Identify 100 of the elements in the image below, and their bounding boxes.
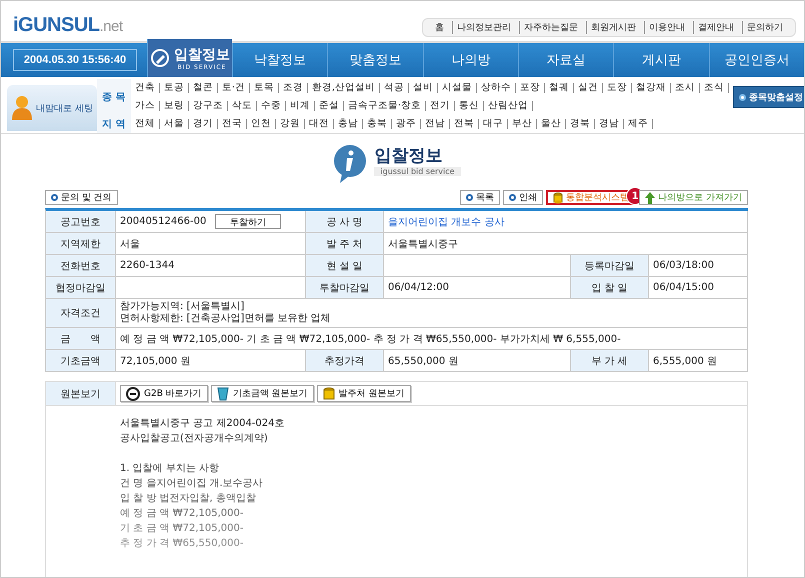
coins-icon: [322, 386, 335, 400]
toolbar-button[interactable]: 나의방으로 가져가기: [639, 190, 748, 205]
category-link[interactable]: 통신: [454, 101, 484, 111]
top-link[interactable]: 회원게시판: [586, 21, 640, 34]
field-label: 발 주 처: [326, 238, 363, 250]
source-button[interactable]: 기초금액 원본보기: [210, 385, 314, 402]
field-label: 추정가격: [324, 354, 364, 368]
region-link[interactable]: 전체: [130, 119, 160, 129]
category-link[interactable]: 조식: [700, 83, 729, 93]
filter-label: 종 목: [101, 91, 127, 105]
field-label: 등록마감일: [584, 260, 634, 272]
source-button[interactable]: 발주처 원본보기: [316, 385, 410, 402]
filter-setting-button[interactable]: 종목맞춤설정: [732, 86, 804, 108]
category-link[interactable]: 강구조: [188, 101, 228, 111]
region-link[interactable]: 충북: [362, 119, 392, 129]
field-label: 금 액: [60, 332, 100, 346]
top-link[interactable]: 문의하기: [742, 21, 787, 34]
region-link[interactable]: 광주: [392, 119, 421, 129]
info-icon: [332, 144, 368, 184]
field-label: 전화번호: [60, 260, 100, 272]
field-value: 6,555,000 원: [653, 354, 718, 368]
document-text-line: 서울특별시중구 공고 제2004-024호: [120, 418, 285, 429]
field-label: 현 설 일: [326, 260, 363, 272]
region-link[interactable]: 경북: [566, 119, 595, 129]
category-link[interactable]: 실건: [574, 83, 603, 93]
field-label: 기초금액: [60, 354, 100, 368]
category-link[interactable]: 설비: [408, 83, 438, 93]
field-label: 원본보기: [60, 388, 100, 400]
region-link[interactable]: 제주: [624, 119, 653, 129]
top-link[interactable]: 홈: [431, 21, 448, 34]
category-link[interactable]: 삭도: [228, 101, 257, 111]
field-label: 입 찰 일: [591, 282, 628, 294]
field-value: 서울: [120, 238, 140, 250]
category-link[interactable]: 석공: [380, 83, 409, 93]
nav-tab[interactable]: 자료실: [518, 43, 614, 77]
category-link[interactable]: 건축: [130, 83, 160, 93]
category-link[interactable]: 조시: [670, 83, 700, 93]
region-link[interactable]: 경기: [188, 119, 218, 129]
category-link[interactable]: 보링: [160, 101, 189, 111]
top-link[interactable]: 이용안내: [644, 21, 689, 34]
top-link[interactable]: 자주하는질문: [519, 21, 582, 34]
category-link[interactable]: 조경: [278, 83, 308, 93]
category-link[interactable]: 환경,산업설비: [308, 83, 380, 93]
top-link[interactable]: 결제안내: [693, 21, 738, 34]
field-value: 2260-1344: [120, 260, 175, 271]
field-value: 06/04/15:00: [653, 282, 714, 293]
category-link[interactable]: 도장: [602, 83, 632, 93]
category-link[interactable]: 철궤: [544, 83, 574, 93]
region-link[interactable]: 전북: [450, 119, 479, 129]
category-link[interactable]: 준설: [314, 101, 344, 111]
inquiry-button[interactable]: 문의 및 건의: [45, 190, 118, 205]
category-link[interactable]: 비계: [286, 101, 315, 111]
category-link[interactable]: 산림산업: [484, 101, 533, 111]
region-link[interactable]: 서울: [160, 119, 189, 129]
region-link[interactable]: 충남: [334, 119, 363, 129]
nav-tab[interactable]: 낙찰정보: [232, 43, 328, 77]
region-link[interactable]: 전국: [218, 119, 247, 129]
document-text-line: 추 정 가 격 ₩65,550,000-: [120, 538, 244, 549]
region-link[interactable]: 인천: [246, 119, 276, 129]
category-link[interactable]: 가스: [130, 101, 160, 111]
field-value: 20040512466-00: [120, 216, 206, 227]
category-link[interactable]: 상하수: [476, 83, 516, 93]
category-link[interactable]: 철강재: [632, 83, 671, 93]
region-link[interactable]: 울산: [536, 119, 566, 129]
category-link[interactable]: 포장: [516, 83, 545, 93]
top-link[interactable]: 나의정보관리: [452, 21, 515, 34]
nav-tab[interactable]: 맞춤정보: [327, 43, 423, 77]
region-link[interactable]: 부산: [508, 119, 537, 129]
source-button[interactable]: G2B 바로가기: [120, 385, 208, 402]
document-text-line: 입 찰 방 법전자입찰, 총액입찰: [120, 493, 256, 504]
category-link[interactable]: 수중: [256, 101, 286, 111]
category-link[interactable]: 전기: [426, 101, 455, 111]
page-subtitle: igussul bid service: [374, 167, 461, 176]
date-time-display: 2004.05.30 15:56:40: [13, 49, 137, 71]
category-link[interactable]: 토공: [160, 83, 189, 93]
category-link[interactable]: 금속구조물·창호: [344, 101, 426, 111]
category-link[interactable]: 시설물: [438, 83, 477, 93]
person-icon: [11, 95, 33, 121]
field-value: 06/04/12:00: [388, 282, 450, 293]
custom-setting-button[interactable]: 내맘대로 세팅: [7, 85, 97, 131]
nav-tab[interactable]: 공인인증서: [708, 43, 804, 77]
field-value: 서울특별시중구: [388, 238, 458, 250]
category-link[interactable]: 철콘: [188, 83, 218, 93]
field-label: 투찰마감일: [320, 282, 370, 294]
region-link[interactable]: 전남: [420, 119, 450, 129]
category-link[interactable]: 토·건: [218, 83, 250, 93]
toolbar-button[interactable]: 목록: [460, 190, 500, 205]
region-link[interactable]: 강원: [276, 119, 305, 129]
nav-tab[interactable]: 나의방: [422, 43, 518, 77]
bid-button[interactable]: 투찰하기: [215, 214, 281, 229]
region-link[interactable]: 대구: [478, 119, 508, 129]
toolbar-button[interactable]: 인쇄: [503, 190, 544, 205]
nav-tab[interactable]: 게시판: [613, 43, 709, 77]
project-name-link[interactable]: 을지어린이집 개보수 공사: [388, 214, 504, 228]
document-text-line: 공사입찰공고(전자공개수의계약): [120, 433, 268, 444]
field-label: 공 사 명: [326, 216, 363, 228]
category-link[interactable]: 토목: [250, 83, 279, 93]
region-link[interactable]: 경남: [594, 119, 624, 129]
region-link[interactable]: 대전: [304, 119, 334, 129]
site-logo[interactable]: iGUNSUL.net: [13, 14, 123, 37]
